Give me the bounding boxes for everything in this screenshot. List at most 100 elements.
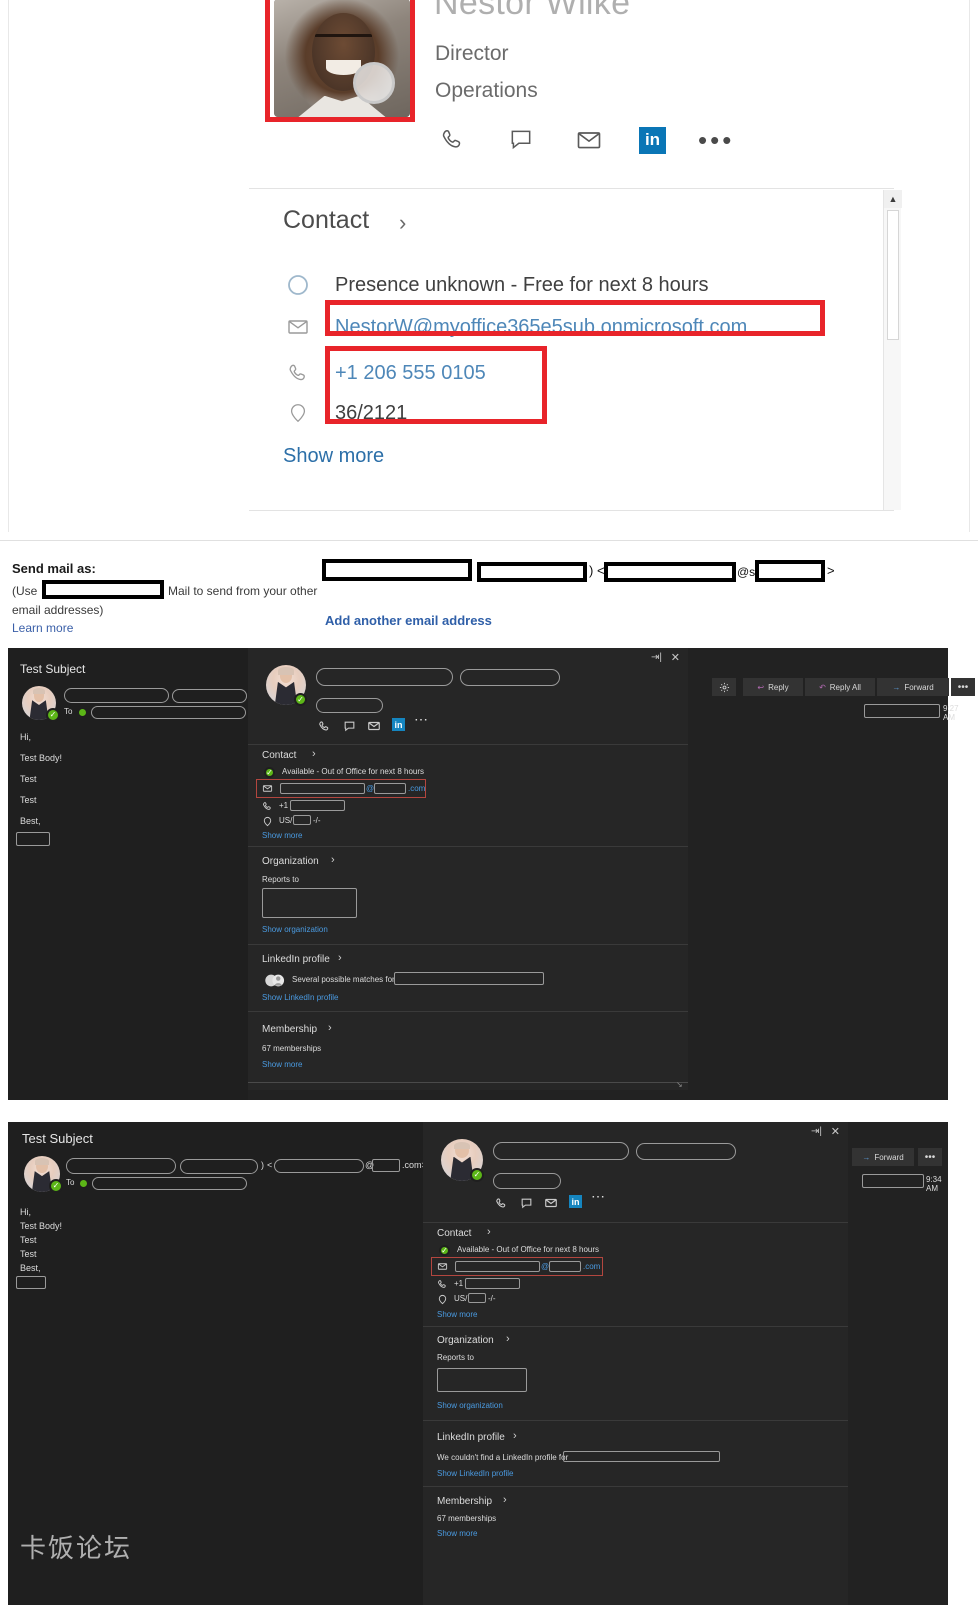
section-title-linkedin: LinkedIn profile xyxy=(437,1432,505,1443)
body-line: Best, xyxy=(20,816,41,826)
redacted-location xyxy=(293,815,311,825)
redacted-field xyxy=(862,1174,924,1188)
redacted-recipient xyxy=(92,1177,247,1190)
reply-all-button[interactable]: ↶ Reply All xyxy=(805,678,875,696)
phone-icon xyxy=(283,358,313,388)
linkedin-icon[interactable]: in xyxy=(639,126,666,154)
linkedin-status: Several possible matches for xyxy=(292,975,395,984)
chat-icon[interactable] xyxy=(503,124,539,156)
phone-icon[interactable] xyxy=(493,1195,509,1211)
show-more-link[interactable]: Show more xyxy=(437,1310,477,1319)
section-title-contact: Contact xyxy=(262,750,297,761)
show-more-link[interactable]: Show more xyxy=(262,1060,302,1069)
watermark: 卡饭论坛 xyxy=(20,1534,133,1564)
use-prefix-text: (Use xyxy=(12,584,38,598)
divider xyxy=(248,846,688,847)
body-line: Test xyxy=(20,795,37,805)
membership-count: 67 memberships xyxy=(262,1044,322,1053)
chat-icon[interactable] xyxy=(341,718,357,734)
linkedin-icon[interactable]: in xyxy=(569,1195,582,1208)
scrollbar[interactable]: ▲ xyxy=(883,190,902,510)
linkedin-icon[interactable]: in xyxy=(392,718,405,731)
section-title-organization: Organization xyxy=(437,1335,494,1346)
mail-reading-pane: Test Subject ✓ To Hi, Test Body! Test Te… xyxy=(8,648,248,1100)
email-highlight-box xyxy=(431,1257,603,1276)
presence-badge: ✓ xyxy=(264,767,275,778)
chevron-right-icon[interactable]: › xyxy=(312,748,316,760)
show-more-link[interactable]: Show more xyxy=(437,1529,477,1538)
show-linkedin-profile-link[interactable]: Show LinkedIn profile xyxy=(437,1469,514,1478)
scroll-up-icon[interactable]: ▲ xyxy=(884,190,902,208)
show-organization-link[interactable]: Show organization xyxy=(437,1401,503,1410)
presence-ring-icon xyxy=(353,62,395,104)
reply-icon: ↩ xyxy=(757,682,765,692)
more-icon[interactable]: ⋯ xyxy=(414,712,428,726)
email-highlight-box xyxy=(325,300,825,336)
body-line: Test xyxy=(20,774,37,784)
settings-button[interactable] xyxy=(712,678,736,696)
reply-button[interactable]: ↩ Reply xyxy=(743,678,803,696)
forward-icon: → xyxy=(892,682,901,692)
chevron-right-icon[interactable]: › xyxy=(338,952,342,964)
linkedin-status: We couldn't find a LinkedIn profile for xyxy=(437,1453,569,1462)
redacted-phone xyxy=(465,1278,520,1289)
resize-grip-icon[interactable]: ↘ xyxy=(676,1080,683,1089)
more-options-button[interactable]: ••• xyxy=(918,1148,942,1166)
chevron-right-icon[interactable]: › xyxy=(487,1226,491,1238)
chevron-right-icon[interactable]: › xyxy=(328,1022,332,1034)
location-pin-icon xyxy=(436,1293,449,1306)
show-organization-link[interactable]: Show organization xyxy=(262,925,328,934)
close-icon[interactable]: ✕ xyxy=(831,1125,840,1138)
show-more-link[interactable]: Show more xyxy=(262,831,302,840)
paren-close: ) xyxy=(261,1160,264,1170)
scrollbar-thumb[interactable] xyxy=(887,210,899,340)
section-title-membership: Membership xyxy=(437,1496,493,1507)
phone-icon[interactable] xyxy=(316,718,332,734)
pop-out-icon[interactable]: ⇥| xyxy=(811,1126,822,1137)
contact-card-light: Nestor Wilke Director Operations in ••• … xyxy=(249,0,902,532)
redacted-block xyxy=(755,560,825,582)
section-title-organization: Organization xyxy=(262,856,319,867)
mail-icon[interactable] xyxy=(571,124,607,156)
pop-out-icon[interactable]: ⇥| xyxy=(651,652,662,663)
redacted-block xyxy=(477,562,587,582)
chevron-right-icon[interactable]: › xyxy=(506,1333,510,1345)
phone-icon[interactable] xyxy=(435,124,471,156)
membership-count: 67 memberships xyxy=(437,1514,497,1523)
mail-subject: Test Subject xyxy=(20,662,86,676)
more-icon[interactable]: ⋯ xyxy=(591,1189,605,1203)
body-line: Best, xyxy=(20,1263,41,1273)
show-more-link[interactable]: Show more xyxy=(283,445,384,468)
forward-button[interactable]: → Forward xyxy=(852,1148,914,1166)
mail-icon[interactable] xyxy=(366,718,382,734)
more-icon[interactable]: ••• xyxy=(698,127,734,153)
presence-badge: ✓ xyxy=(49,1179,63,1193)
more-options-button[interactable]: ••• xyxy=(951,678,975,696)
chevron-right-icon[interactable]: › xyxy=(503,1494,507,1506)
redacted-location xyxy=(468,1293,486,1303)
presence-badge: ✓ xyxy=(46,708,60,722)
body-line: Test xyxy=(20,1249,37,1259)
redacted-alias xyxy=(460,669,560,686)
phone-prefix: +1 xyxy=(279,801,289,810)
presence-badge: ✓ xyxy=(470,1168,484,1182)
chat-icon[interactable] xyxy=(518,1195,534,1211)
chevron-right-icon[interactable]: › xyxy=(331,854,335,866)
learn-more-link[interactable]: Learn more xyxy=(12,621,73,635)
redacted-sender-alias xyxy=(180,1159,258,1174)
page-title: Nestor Wilke xyxy=(434,0,631,22)
redacted-email-user xyxy=(274,1159,364,1173)
redacted-name xyxy=(316,668,453,686)
close-icon[interactable]: ✕ xyxy=(671,651,680,664)
add-another-email-link[interactable]: Add another email address xyxy=(325,613,492,628)
reply-label: Reply xyxy=(768,682,789,692)
reports-to-label: Reports to xyxy=(437,1353,474,1362)
chevron-right-icon[interactable]: › xyxy=(513,1430,517,1442)
resize-divider[interactable] xyxy=(248,1082,688,1083)
body-line: Hi, xyxy=(20,732,31,742)
location-prefix: US/ xyxy=(454,1294,468,1303)
forward-button[interactable]: → Forward xyxy=(877,678,949,696)
chevron-right-icon[interactable]: › xyxy=(399,210,406,236)
show-linkedin-profile-link[interactable]: Show LinkedIn profile xyxy=(262,993,339,1002)
mail-icon[interactable] xyxy=(543,1195,559,1211)
